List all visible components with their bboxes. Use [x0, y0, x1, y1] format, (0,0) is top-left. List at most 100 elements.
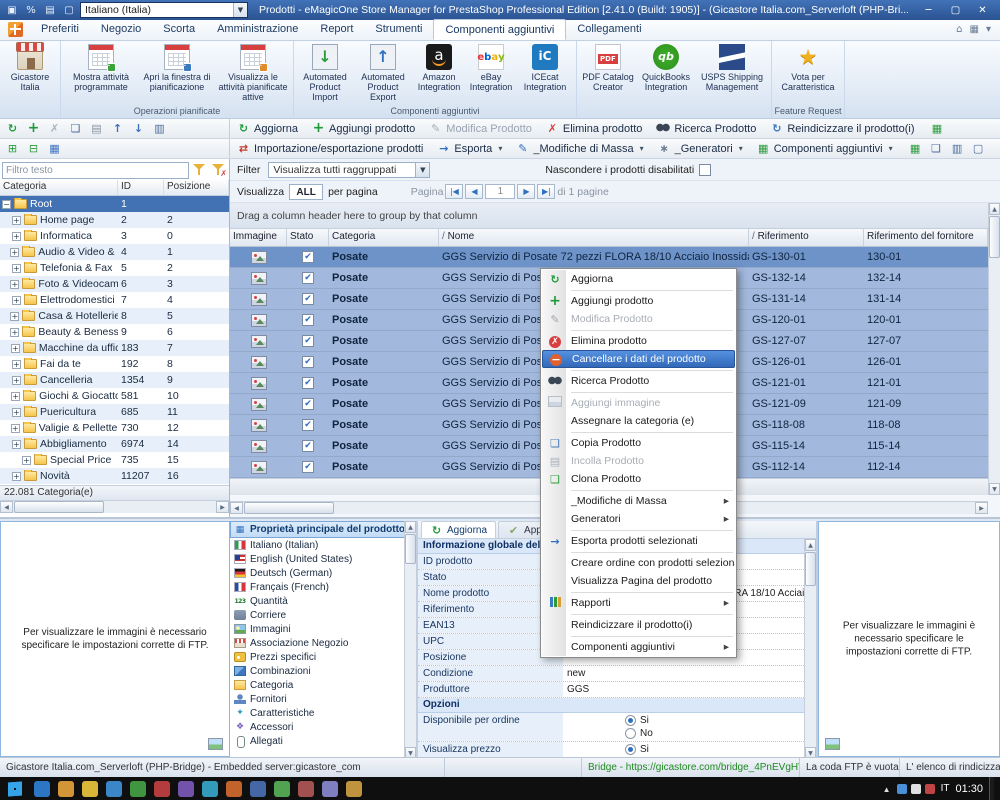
category-filter-input[interactable] [2, 162, 189, 179]
scrollbar-thumb[interactable] [14, 501, 104, 513]
context-menu-item[interactable]: Cancellare i dati del prodotto [542, 350, 735, 368]
category-toolbar-button[interactable] [24, 120, 43, 137]
context-menu-item[interactable]: Componenti aggiuntivi [542, 638, 735, 656]
category-row[interactable]: Cancelleria 1354 9 [0, 372, 229, 388]
property-item[interactable]: Fornitori [230, 692, 416, 706]
language-indicator[interactable]: IT [941, 783, 950, 794]
application-menu-button[interactable] [0, 19, 30, 40]
image-icon[interactable] [825, 738, 840, 750]
home-icon[interactable] [956, 24, 962, 35]
tray-expand-icon[interactable] [883, 783, 891, 795]
context-menu-item[interactable]: Incolla Prodotto [542, 452, 735, 470]
category-row[interactable]: Home page 2 2 [0, 212, 229, 228]
expander-icon[interactable] [12, 408, 21, 417]
expander-icon[interactable] [12, 232, 21, 241]
expander-icon[interactable] [10, 328, 19, 337]
menu-tab[interactable]: Negozio [90, 19, 152, 40]
row-status-checkbox[interactable] [302, 398, 314, 410]
first-page-button[interactable] [445, 184, 463, 199]
menu-tab[interactable]: Strumenti [364, 19, 433, 40]
form-field-row[interactable]: Condizione new [418, 666, 816, 682]
language-selector[interactable]: Italiano (Italia) [80, 2, 248, 18]
secondary-toolbar-button[interactable]: _Modifiche di Massa [509, 139, 650, 158]
category-row[interactable]: Casa & Hotellerie, G 8 5 [0, 308, 229, 324]
quick-access-icon-3[interactable] [42, 3, 58, 18]
tab-aggiorna[interactable]: Aggiorna [421, 521, 496, 538]
expander-icon[interactable] [12, 296, 21, 305]
property-item[interactable]: Prezzi specifici [230, 650, 416, 664]
property-item[interactable]: Quantità [230, 594, 416, 608]
property-item[interactable]: Corriere [230, 608, 416, 622]
scrollbar-thumb[interactable] [405, 534, 416, 564]
collapse-ribbon-icon[interactable] [986, 24, 991, 35]
secondary-toolbar-button[interactable]: Componenti aggiuntivi [750, 139, 900, 158]
next-page-button[interactable] [517, 184, 535, 199]
ribbon-item-feature-request[interactable]: Vota per Caratteristica [774, 43, 842, 93]
form-field-value[interactable]: new [563, 666, 816, 681]
toolbar-extra-button[interactable] [927, 140, 946, 157]
category-row[interactable]: Beauty & Benessere 9 6 [0, 324, 229, 340]
chevron-down-icon[interactable] [415, 163, 429, 177]
property-item[interactable]: Italiano (Italian) [230, 538, 416, 552]
property-item[interactable]: Caratteristiche [230, 706, 416, 720]
property-item[interactable]: Combinazioni [230, 664, 416, 678]
category-row[interactable]: Macchine da ufficio 183 7 [0, 340, 229, 356]
context-menu-item[interactable]: Aggiorna [542, 270, 735, 288]
radio-icon[interactable] [625, 715, 636, 726]
ribbon-item-icecat[interactable]: ICEcat Integration [516, 43, 574, 93]
taskbar-app-icon[interactable] [34, 781, 50, 797]
scroll-right-icon[interactable] [975, 502, 988, 514]
property-item[interactable]: English (United States) [230, 552, 416, 566]
quick-access-icon-1[interactable] [4, 3, 20, 18]
show-desktop-button[interactable] [989, 777, 994, 800]
expander-icon[interactable] [12, 472, 21, 481]
category-row[interactable]: Giochi & Giocattoli 581 10 [0, 388, 229, 404]
clear-filter-icon[interactable] [210, 162, 227, 178]
product-toolbar-button[interactable]: Reindicizzare il prodotto(i) [763, 119, 921, 138]
property-item[interactable]: Associazione Negozio [230, 636, 416, 650]
tray-icon[interactable] [925, 784, 935, 794]
radio-icon[interactable] [625, 728, 636, 739]
image-icon[interactable] [208, 738, 223, 750]
page-input[interactable] [485, 184, 515, 199]
form-field-row[interactable]: Produttore GGS [418, 682, 816, 698]
expander-icon[interactable] [12, 376, 21, 385]
context-menu-item[interactable]: Aggiungi prodotto [542, 292, 735, 310]
menu-tab[interactable]: Collegamenti [566, 19, 652, 40]
form-field-value[interactable]: GGS [563, 682, 816, 697]
toolbar-extra-button[interactable] [969, 140, 988, 157]
scrollbar-thumb[interactable] [989, 216, 1000, 258]
ribbon-item-product-export[interactable]: Automated Product Export [354, 43, 412, 103]
scroll-down-icon[interactable] [989, 483, 1000, 495]
context-menu-item[interactable]: Copia Prodotto [542, 434, 735, 452]
menu-tab[interactable]: Preferiti [30, 19, 90, 40]
expander-icon[interactable] [10, 248, 19, 257]
quick-access-icon-2[interactable] [23, 3, 39, 18]
ribbon-item-pdf-catalog[interactable]: PDF Catalog Creator [579, 43, 637, 93]
group-by-bar[interactable]: Drag a column header here to group by th… [230, 203, 988, 229]
property-item[interactable]: Allegati [230, 734, 416, 748]
minimize-button[interactable] [915, 2, 942, 19]
taskbar-app-icon[interactable] [346, 781, 362, 797]
row-status-checkbox[interactable] [302, 419, 314, 431]
grid-column-header[interactable]: Categoria [329, 229, 439, 246]
row-status-checkbox[interactable] [302, 293, 314, 305]
taskbar-app-icon[interactable] [322, 781, 338, 797]
column-header-posizione[interactable]: Posizione [164, 180, 229, 195]
category-toolbar-button[interactable] [66, 120, 85, 137]
expander-icon[interactable] [12, 360, 21, 369]
scroll-left-icon[interactable] [0, 501, 13, 513]
context-menu-item[interactable]: Assegnare la categoria (e) [542, 412, 735, 430]
context-menu-item[interactable]: Esporta prodotti selezionati [542, 532, 735, 550]
product-row[interactable]: Posate GGS Servizio di Posate 72 pezzi F… [230, 247, 988, 268]
hide-disabled-checkbox[interactable] [699, 164, 711, 176]
scroll-down-icon[interactable] [805, 747, 816, 757]
context-menu-item[interactable]: Clona Prodotto [542, 470, 735, 488]
grid-column-header[interactable]: Riferimento [749, 229, 864, 246]
ribbon-item-usps[interactable]: USPS Shipping Management [695, 43, 769, 93]
scroll-up-icon[interactable] [805, 539, 816, 551]
category-row[interactable]: Telefonia & Fax 5 2 [0, 260, 229, 276]
category-toolbar-button[interactable] [45, 120, 64, 137]
grid-vertical-scrollbar[interactable] [988, 203, 1000, 495]
row-status-checkbox[interactable] [302, 440, 314, 452]
